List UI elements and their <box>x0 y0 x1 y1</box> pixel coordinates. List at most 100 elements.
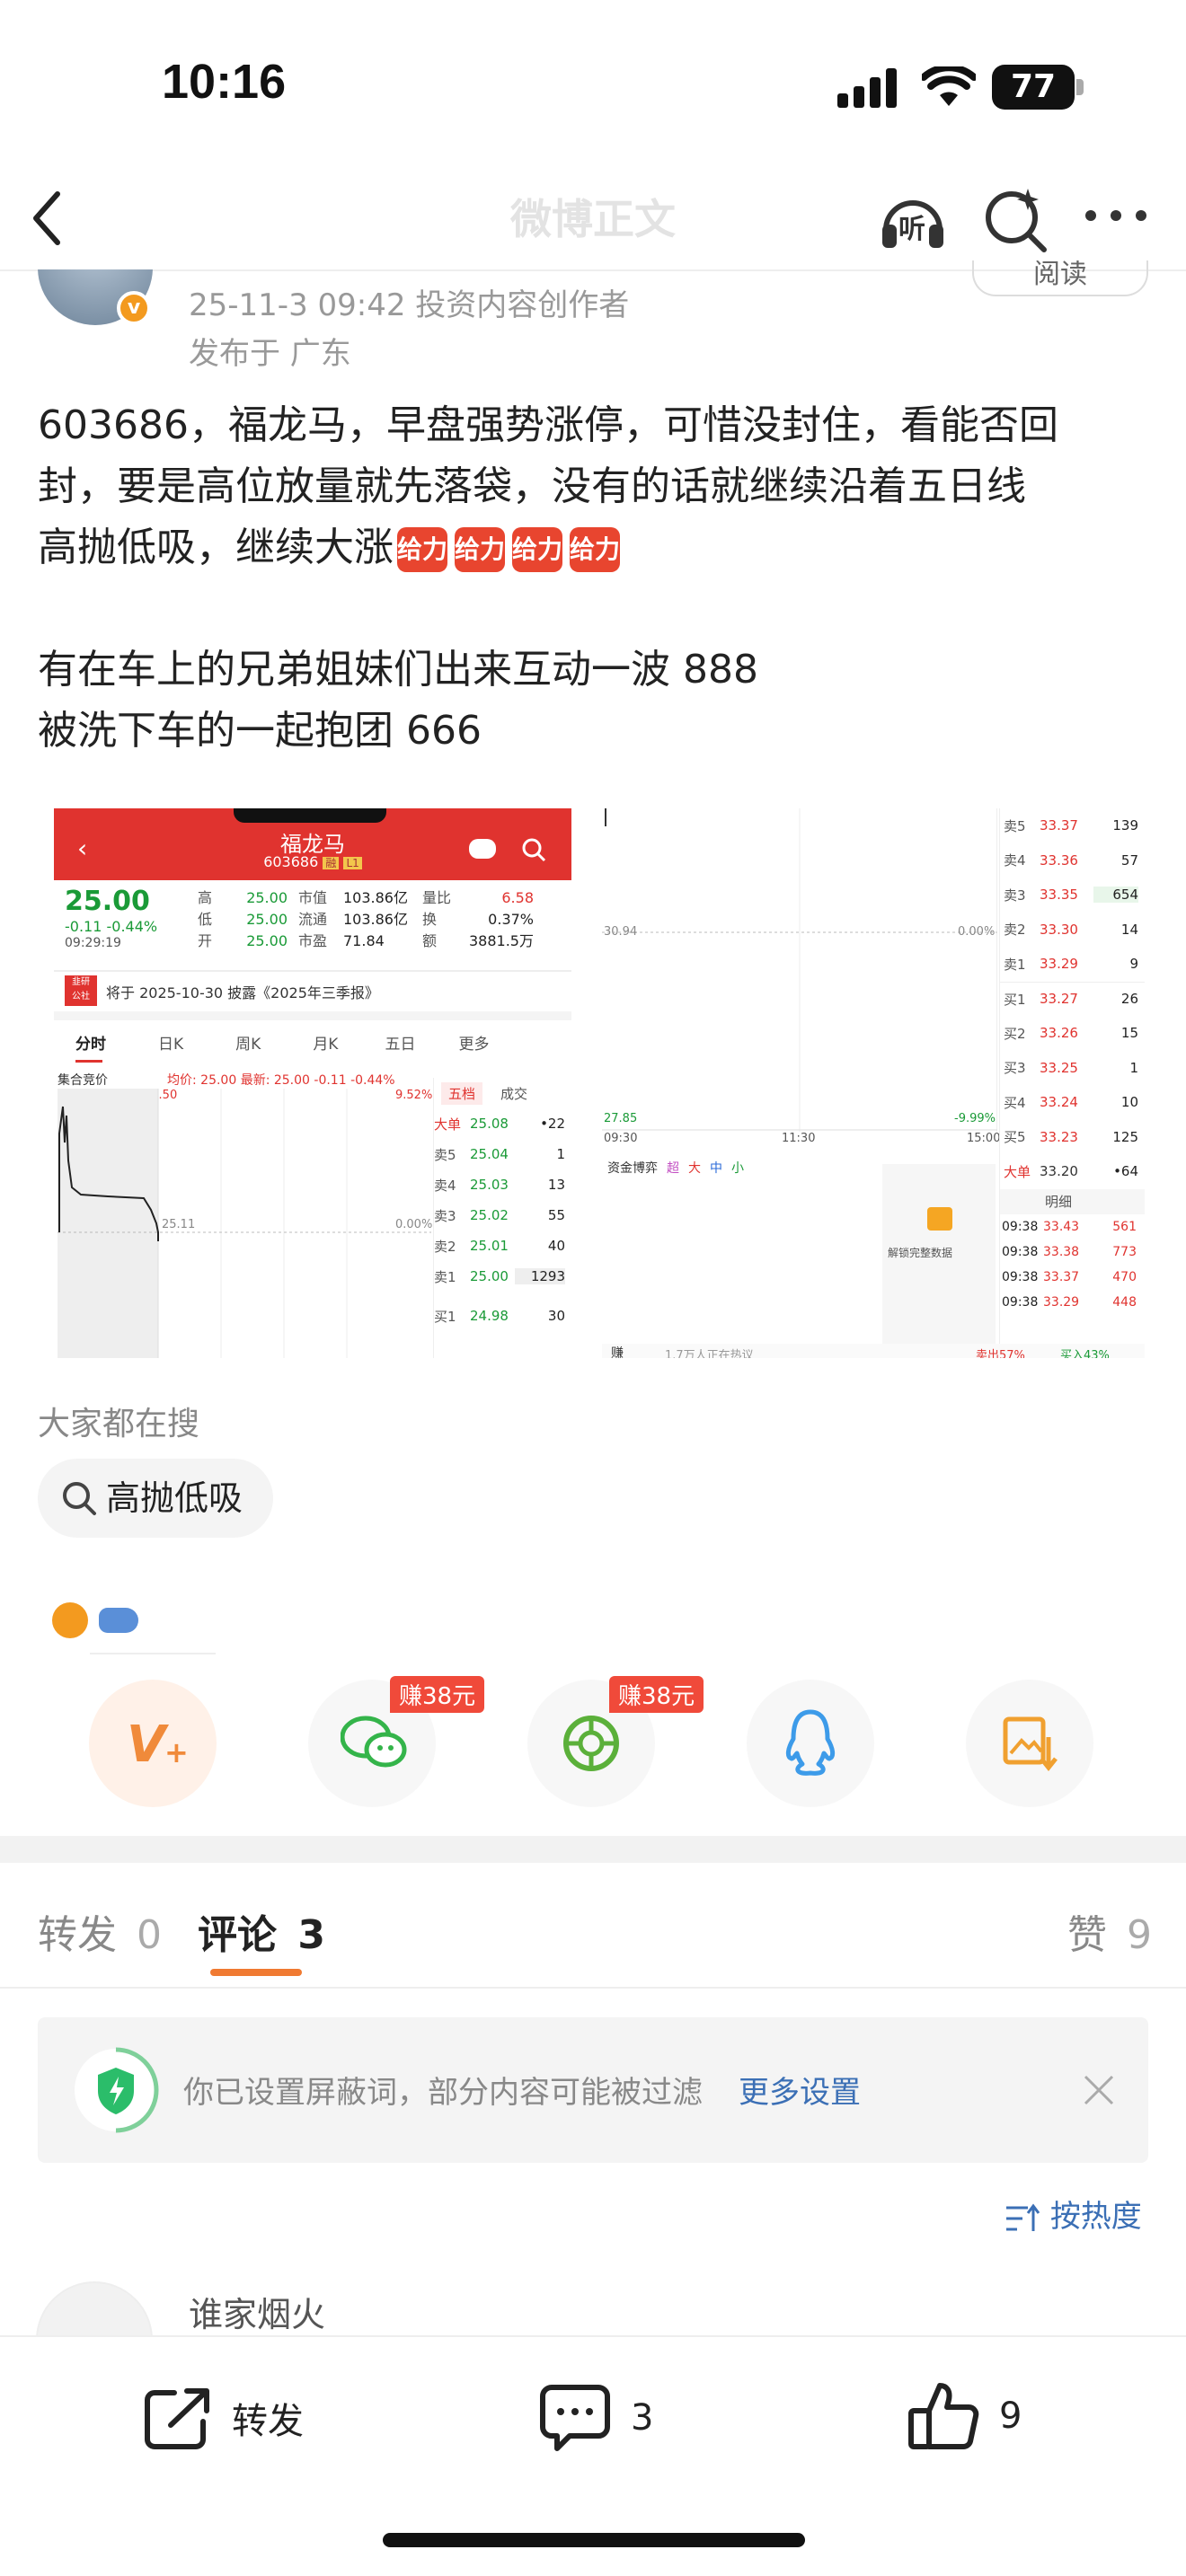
stock-image-left[interactable]: ‹ 福龙马 603686 融 L1 25.00 -0.11 -0.44% 09:… <box>54 808 571 1358</box>
home-indicator <box>383 2533 805 2547</box>
bottom-label: 1.7万人正在热议 <box>665 1349 754 1358</box>
reward-badge: 赚38元 <box>609 1676 704 1713</box>
like-button[interactable]: 9 <box>907 2378 1022 2454</box>
post-line: 封，要是高位放量就先落袋，没有的话就继续沿着五日线 <box>38 463 1026 509</box>
fish-emoji-icon <box>99 1608 138 1633</box>
listen-label: 听 <box>898 214 925 245</box>
section-divider <box>0 1836 1186 1863</box>
tab-comment[interactable]: 评论 3 <box>198 1902 325 1960</box>
x-mid: 11:30 <box>782 1132 816 1145</box>
sort-button[interactable]: 按热度 <box>1005 2192 1142 2236</box>
emoji-icon: 给力 <box>397 527 447 572</box>
search-tag[interactable]: 高抛低吸 <box>38 1459 274 1538</box>
stock-image-right[interactable]: 30.94 0.00% 27.85 -9.99% 09:30 11:30 15:… <box>602 808 1145 1358</box>
buy-pct: 买入43% <box>1060 1349 1110 1358</box>
tag-l1: L1 <box>343 857 362 869</box>
status-bar: 10:16 77 <box>0 0 1186 171</box>
intraday-chart-right <box>602 808 997 1132</box>
qq-icon <box>785 1709 836 1776</box>
stock-change: -0.11 -0.44% <box>65 918 158 935</box>
bottom-left: 赚 <box>611 1346 624 1358</box>
y-mid-pct: 0.00% <box>395 1218 433 1231</box>
more-settings-link[interactable]: 更多设置 <box>739 2068 861 2112</box>
read-button[interactable]: 阅读 <box>972 260 1148 296</box>
post-meta: 25-11-3 09:42 投资内容创作者 <box>189 287 630 323</box>
repost-label: 转发 <box>232 2401 304 2442</box>
reward-badge: 赚38元 <box>390 1676 485 1713</box>
stock-time: 09:29:19 <box>65 936 121 950</box>
thumbs-up-icon <box>908 2383 979 2449</box>
share-vplus-button[interactable]: V + <box>89 1680 217 1807</box>
tab-like-count: 9 <box>1127 1912 1152 1958</box>
nav-bar: 微博正文 听 <box>0 171 1186 269</box>
search-icon <box>63 1482 96 1515</box>
save-image-button[interactable] <box>966 1680 1093 1807</box>
emoji-icon: 给力 <box>570 527 620 572</box>
stock-price: 25.00 <box>65 886 150 917</box>
battery-icon: 77 <box>992 65 1075 110</box>
tab-trades[interactable]: 成交 <box>500 1084 527 1103</box>
stock-header: ‹ 福龙马 603686 融 L1 <box>54 808 571 880</box>
tag-rong: 融 <box>323 857 340 869</box>
vplus-icon: V <box>127 1716 166 1774</box>
image-download-icon <box>1003 1716 1058 1771</box>
lock-icon <box>927 1207 952 1231</box>
comment-icon <box>540 2385 610 2451</box>
tab-fenshi[interactable]: 分时 <box>75 1031 106 1054</box>
unlock-label[interactable]: 解锁完整数据 <box>888 1245 952 1260</box>
notice-tag: 韭研 公社 <box>65 975 97 1006</box>
share-qq-button[interactable] <box>747 1680 874 1807</box>
post-body: 603686，福龙马，早盘强势涨停，可惜没封住，看能否回 封，要是高位放量就先落… <box>38 395 1152 762</box>
chart-tabs: 分时 日K 周K 月K 五日 更多 <box>54 1024 571 1060</box>
y-mid: 30.94 <box>604 925 638 939</box>
plus-icon: + <box>164 1735 189 1769</box>
comment-button[interactable]: 3 <box>539 2382 653 2454</box>
x-start: 09:30 <box>604 1132 638 1145</box>
repost-button[interactable]: 转发 <box>144 2382 304 2454</box>
wifi-icon <box>922 66 976 106</box>
filter-text: 你已设置屏蔽词，部分内容可能被过滤 <box>183 2075 703 2111</box>
search-section-title: 大家都在搜 <box>38 1406 200 1442</box>
share-icon <box>145 2388 209 2449</box>
tab-week[interactable]: 周K <box>235 1031 261 1054</box>
comment-user[interactable]: 谁家烟火 <box>189 2287 325 2336</box>
emoji-icon: 给力 <box>512 527 562 572</box>
tab-more[interactable]: 更多 <box>458 1031 489 1054</box>
comment-count: 3 <box>631 2397 654 2439</box>
like-count: 9 <box>999 2395 1022 2437</box>
sort-icon <box>1006 2203 1040 2231</box>
moments-icon <box>563 1716 619 1771</box>
tab-five-level[interactable]: 五档 <box>441 1081 483 1105</box>
search-spark-icon[interactable] <box>981 185 1049 253</box>
sell-pct: 卖出57% <box>976 1349 1025 1358</box>
locked-panel: 解锁完整数据 <box>882 1164 996 1344</box>
auction-label: 集合竞价 <box>58 1073 108 1088</box>
order-book: 五档 成交 大单 25.08 •22 卖5 25.04 1 卖4 25.03 13 卖3 25… <box>433 1078 571 1358</box>
listen-button[interactable]: 听 <box>877 183 949 255</box>
post-line: 有在车上的兄弟姐妹们出来互动一波 888 <box>38 647 758 693</box>
tab-month[interactable]: 月K <box>313 1031 338 1054</box>
tab-repost[interactable]: 转发 0 <box>38 1902 162 1960</box>
y-mid-pct: 0.00% <box>958 925 996 939</box>
y-mid: 25.11 <box>162 1218 196 1231</box>
avg-line: 均价: 25.00 最新: 25.00 -0.11 -0.44% <box>167 1073 395 1088</box>
tab-comment-label: 评论 <box>198 1912 277 1958</box>
close-icon[interactable] <box>1082 2073 1116 2107</box>
tab-like[interactable]: 赞 9 <box>1067 1902 1152 1960</box>
emoji-icon: 给力 <box>455 527 505 572</box>
tab-like-label: 赞 <box>1067 1912 1107 1958</box>
tab-repost-count: 0 <box>137 1912 162 1958</box>
status-time: 10:16 <box>162 55 287 109</box>
comment-avatar[interactable] <box>36 2281 153 2335</box>
verified-badge-icon: v <box>117 291 151 325</box>
more-icon[interactable] <box>1082 207 1150 225</box>
robot-icon <box>469 839 496 859</box>
search-tag-label: 高抛低吸 <box>106 1478 243 1518</box>
sort-label: 按热度 <box>1049 2199 1142 2235</box>
tab-five-day[interactable]: 五日 <box>385 1031 415 1054</box>
shield-icon <box>75 2047 159 2133</box>
tab-day[interactable]: 日K <box>158 1031 183 1054</box>
post-line: 被洗下车的一起抱团 666 <box>38 708 482 754</box>
tab-indicator <box>210 1969 302 1976</box>
stock-stats: 高 25.00 市值 103.86亿 量比 6.58 低 25.00 流通 103.86亿换 0.… <box>198 889 534 949</box>
